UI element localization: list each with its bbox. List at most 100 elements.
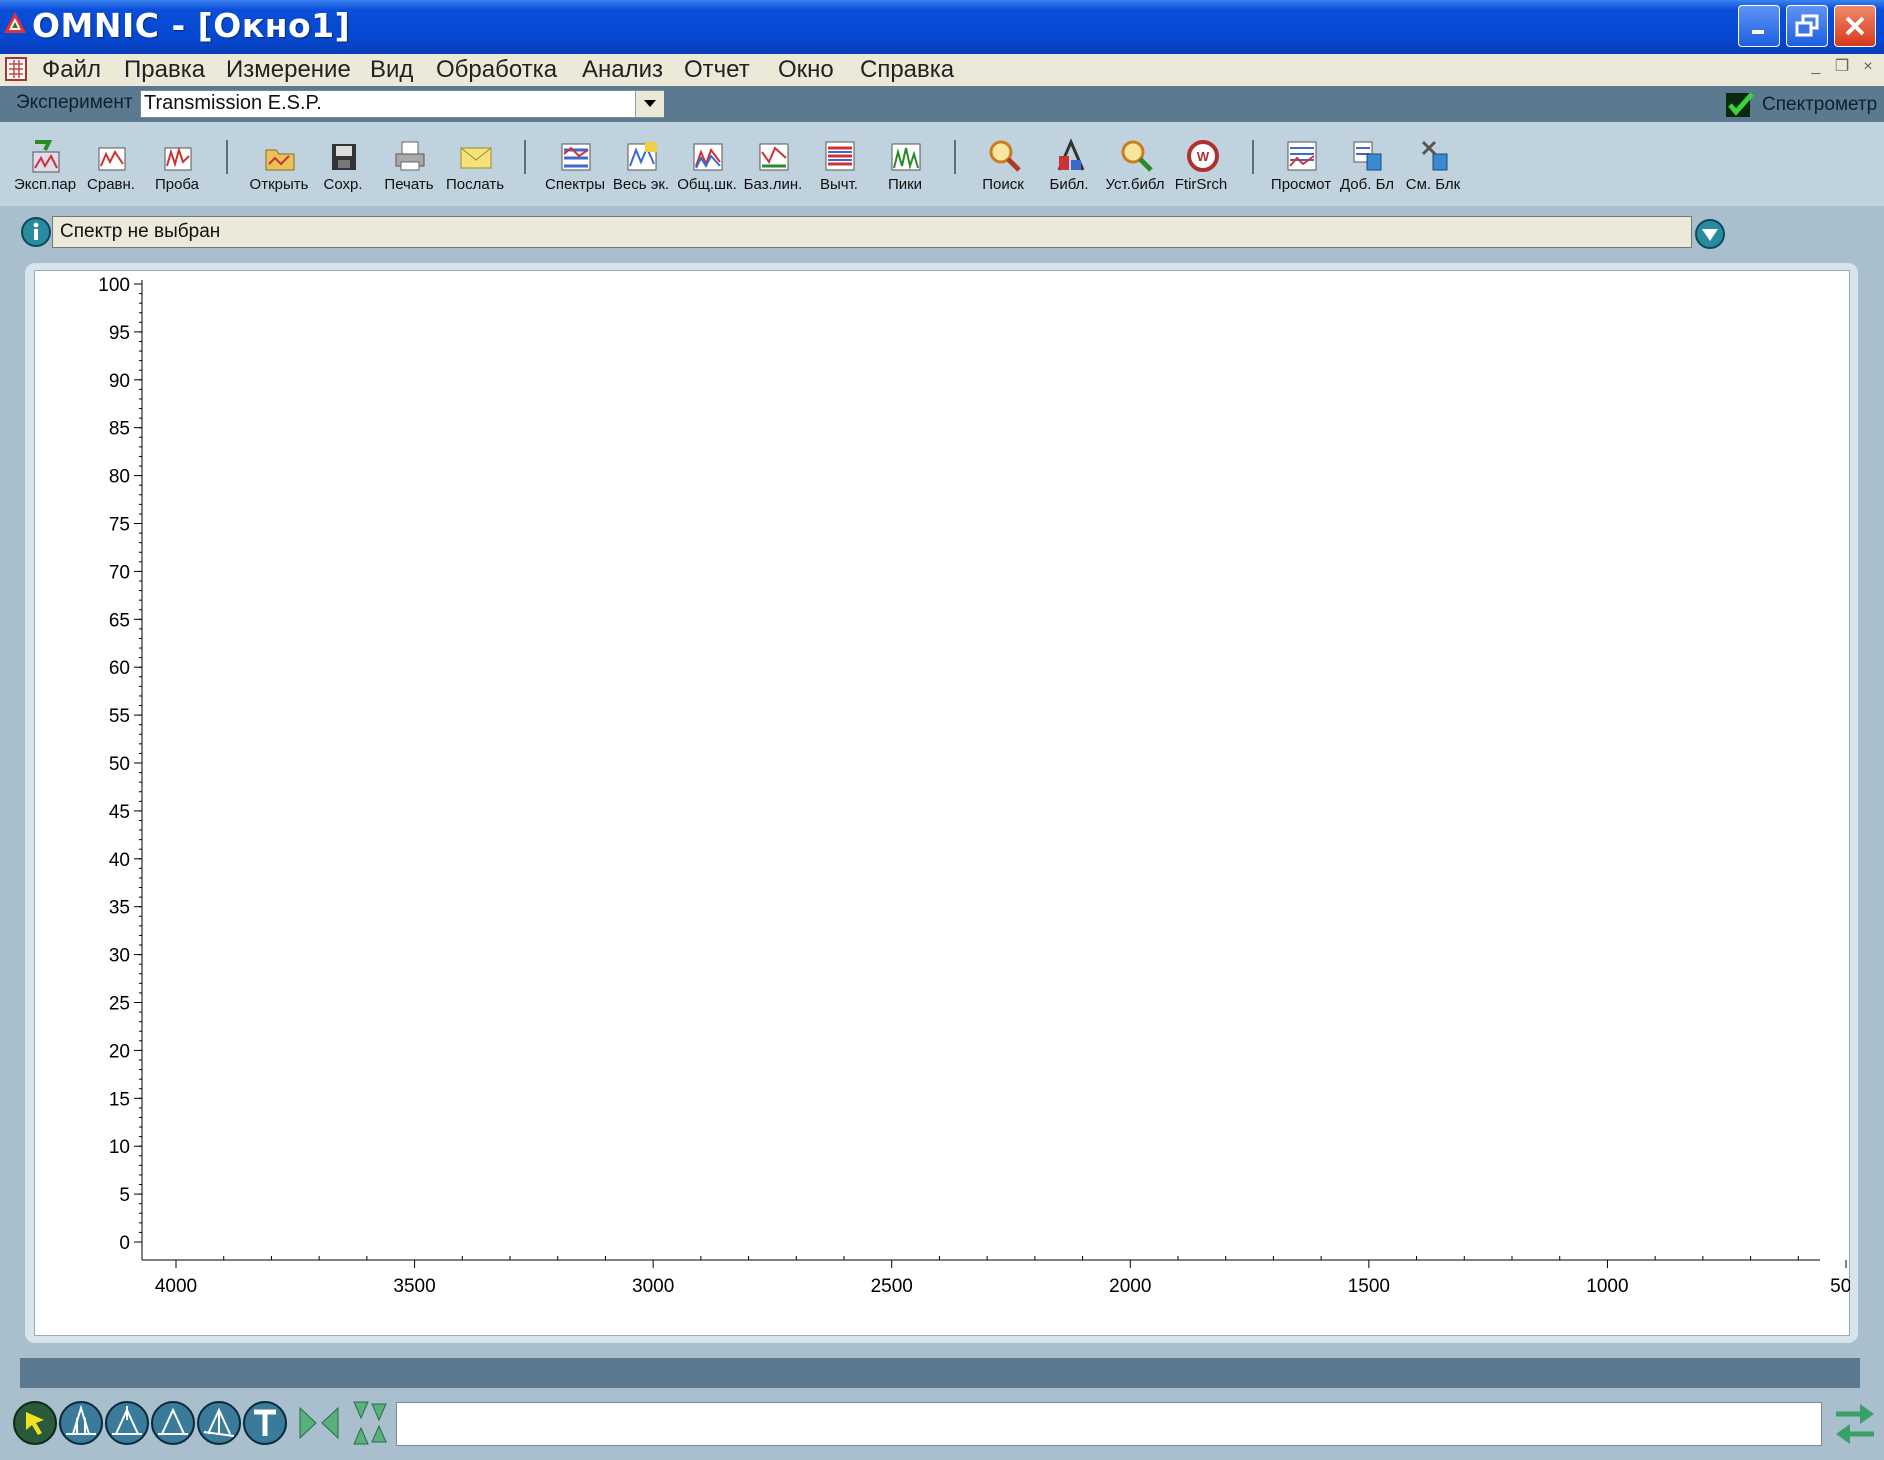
open-folder-icon [265,149,295,171]
y-tick-label: 35 [109,898,130,919]
y-tick-label: 0 [119,1233,130,1254]
toolbar-label: См. Блк [1405,176,1461,193]
toolbar-send-button[interactable]: Послать [442,134,508,204]
y-tick-label: 65 [109,610,130,631]
collect-background-icon [98,147,126,171]
toolbar-library-setup-button[interactable]: Уст.библ [1102,134,1168,204]
tool-expand-horizontal-button[interactable] [296,1400,342,1446]
tool-region-button[interactable] [58,1400,104,1446]
y-tick-label: 50 [109,754,130,775]
y-tick-label: 90 [109,371,130,392]
experiment-dropdown-button[interactable] [635,91,664,117]
toolbar-print-button[interactable]: Печать [376,134,442,204]
restore-icon [1795,14,1819,37]
close-button[interactable] [1834,5,1876,47]
document-window-icon[interactable] [4,56,28,82]
tool-select-button[interactable] [12,1400,58,1446]
window-title: OMNIC - [Окно1] [32,6,351,45]
close-icon [1845,16,1865,36]
x-tick-label: 1000 [1586,1276,1628,1297]
toolbar-library-button[interactable]: Библ. [1036,134,1102,204]
select-arrow-icon [13,1401,57,1445]
swap-arrows-icon[interactable] [1832,1400,1878,1448]
menu-analyze[interactable]: Анализ [582,54,663,86]
x-tick-label: 3000 [632,1276,674,1297]
spectrometer-checkbox[interactable] [1724,91,1756,119]
menu-window[interactable]: Окно [778,54,834,86]
menu-help[interactable]: Справка [860,54,954,86]
expand-horizontal-icon [299,1406,339,1440]
x-tick-label: 1500 [1348,1276,1390,1297]
full-scale-icon [627,142,657,171]
y-tick-label: 70 [109,562,130,583]
toolbar-change-block-button[interactable]: См. Блк [1400,134,1466,204]
mdi-close-icon[interactable]: × [1858,57,1878,77]
envelope-icon [460,147,492,169]
y-tick-label: 5 [119,1185,130,1206]
tool-expand-vertical-button[interactable] [346,1400,392,1446]
spectrum-axes: 0 5 10 15 20 25 30 35 40 45 50 55 60 65 70 75 80 85 90 95 10… [98,275,1850,1297]
add-block-icon [1353,141,1382,171]
y-tick-label: 45 [109,802,130,823]
omnic-logo-icon [4,12,26,33]
toolbar-add-block-button[interactable]: Доб. Бл [1334,134,1400,204]
toolbar-background-button[interactable]: Сравн. [78,134,144,204]
mdi-restore-icon[interactable]: ❐ [1832,57,1852,77]
restore-button[interactable] [1786,5,1828,47]
peak-height-icon [105,1401,149,1445]
search-icon [989,140,1021,172]
y-tick-label: 20 [109,1041,130,1062]
y-tick-label: 100 [98,275,130,296]
info-icon[interactable] [20,216,52,248]
library-icon [1057,138,1085,171]
menu-edit[interactable]: Правка [124,54,205,86]
command-input[interactable] [396,1402,1822,1446]
toolbar-view-button[interactable]: Просмот [1268,134,1334,204]
x-axis: 4000 3500 3000 2500 2000 1500 1000 500 [142,1256,1850,1297]
menu-view[interactable]: Вид [370,54,413,86]
tool-corrected-area-button[interactable] [196,1400,242,1446]
toolbar-baseline-button[interactable]: Баз.лин. [740,134,806,204]
toolbar-search-button[interactable]: Поиск [970,134,1036,204]
tool-text-button[interactable] [242,1400,288,1446]
common-scale-icon [693,143,723,171]
toolbar-full-scale-button[interactable]: Весь эк. [608,134,674,204]
y-tick-label: 25 [109,994,130,1015]
x-tick-label: 2000 [1109,1276,1151,1297]
change-block-icon [1421,140,1448,171]
y-tick-label: 95 [109,323,130,344]
save-disk-icon [332,144,356,170]
toolbar-sample-button[interactable]: Проба [144,134,210,204]
spectrum-info-field[interactable] [52,216,1692,248]
tool-peak-area-button[interactable] [150,1400,196,1446]
toolbar-common-scale-button[interactable]: Общ.шк. [674,134,740,204]
toolbar-label: FtirSrch [1174,176,1228,193]
toolbar-exp-setup-button[interactable]: Эксп.пар [12,134,78,204]
toolbar-ftirsrch-button[interactable]: W FtirSrch [1168,134,1234,204]
toolbar-separator [1252,140,1254,174]
toolbar-peaks-button[interactable]: Пики [872,134,938,204]
minimize-button[interactable] [1738,5,1780,47]
find-peaks-icon [891,143,921,171]
toolbar-subtract-button[interactable]: Вычт. [806,134,872,204]
y-tick-label: 15 [109,1089,130,1110]
spectrum-info-text: Спектр не выбран [60,221,221,242]
menu-collect[interactable]: Измерение [226,54,351,86]
tool-peak-height-button[interactable] [104,1400,150,1446]
svg-text:W: W [1197,149,1210,164]
mdi-minimize-icon[interactable]: _ [1806,57,1826,77]
menu-process[interactable]: Обработка [436,54,557,86]
printer-icon [395,141,425,171]
toolbar-open-button[interactable]: Открыть [246,134,312,204]
y-tick-label: 10 [109,1137,130,1158]
spectrum-list-dropdown-icon[interactable] [1694,218,1726,250]
correct-peak-area-icon [197,1401,241,1445]
y-tick-label: 85 [109,419,130,440]
toolbar-save-button[interactable]: Сохр. [310,134,376,204]
expand-vertical-icon [353,1401,387,1445]
menu-file[interactable]: Файл [42,54,101,86]
region-tool-icon [59,1401,103,1445]
toolbar-spectra-button[interactable]: Спектры [542,134,608,204]
display-spectra-icon [561,143,591,171]
menu-report[interactable]: Отчет [684,54,750,86]
